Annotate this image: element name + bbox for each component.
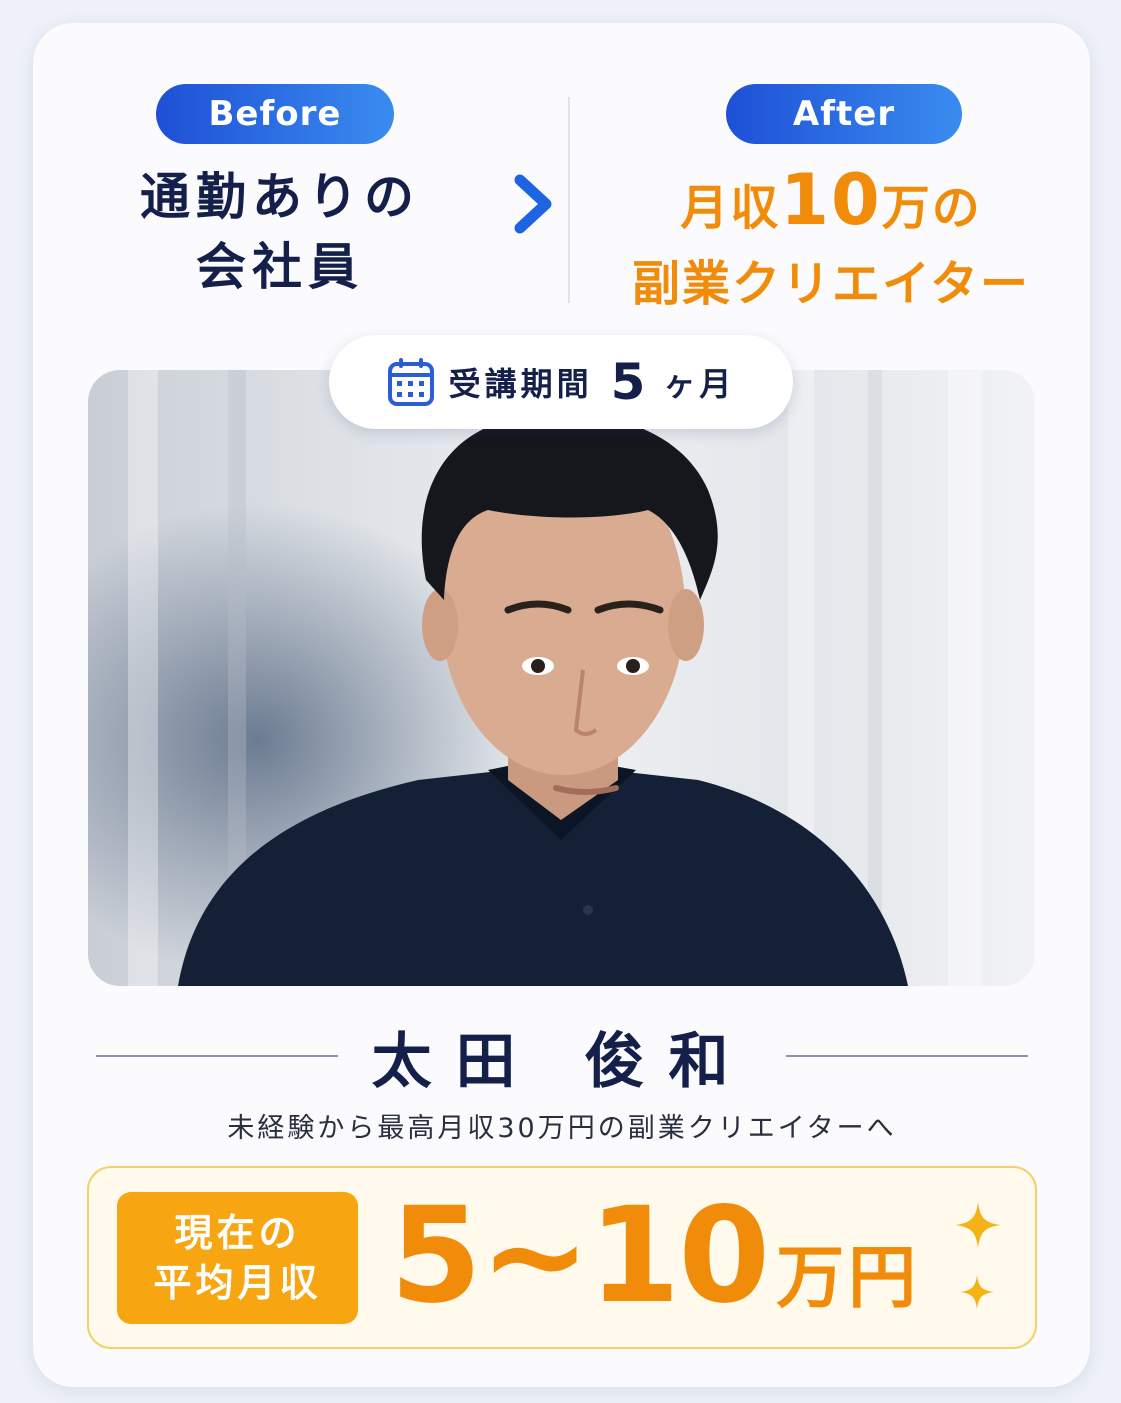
after-badge: After xyxy=(726,84,962,144)
person-subtitle: 未経験から最高月収30万円の副業クリエイターへ xyxy=(227,1113,897,1144)
column-divider xyxy=(568,97,570,303)
sparkle-icon xyxy=(960,1275,994,1309)
before-description: 通勤ありの 会社員 xyxy=(110,162,450,302)
period-unit: ヶ月 xyxy=(663,365,736,403)
arrow-right-icon xyxy=(468,174,552,234)
name-row: 太田 俊和 xyxy=(96,1020,1029,1097)
after-description: 月収10万の 副業クリエイター xyxy=(598,162,1064,322)
after-line-2: 副業クリエイター xyxy=(631,256,1031,312)
portrait-photo xyxy=(88,370,1035,986)
income-amount: 5~10 xyxy=(390,1179,770,1333)
after-line-1-number: 10 xyxy=(780,159,882,241)
name-divider-left xyxy=(96,1055,338,1057)
sparkle-icon xyxy=(955,1202,1001,1248)
before-line-2: 会社員 xyxy=(196,238,364,296)
period-label: 受講期間 xyxy=(448,365,593,403)
person-name: 太田 俊和 xyxy=(371,1026,753,1097)
income-label-line-2: 平均月収 xyxy=(153,1261,322,1305)
course-period-badge: 受講期間 5 ヶ月 xyxy=(329,335,793,429)
calendar-icon xyxy=(387,358,434,406)
name-divider-right xyxy=(786,1055,1029,1057)
period-number: 5 xyxy=(610,353,646,411)
income-unit: 万円 xyxy=(776,1239,921,1318)
before-badge: Before xyxy=(156,84,394,144)
after-line-1-prefix: 月収 xyxy=(680,180,781,236)
income-label: 現在の 平均月収 xyxy=(117,1192,358,1324)
before-line-1: 通勤ありの xyxy=(140,168,420,226)
income-value: 5~10 万円 xyxy=(390,1186,920,1326)
after-line-1-suffix: 万の xyxy=(881,180,982,236)
income-label-line-1: 現在の xyxy=(174,1211,301,1255)
person-illustration xyxy=(128,370,982,986)
after-line-1: 月収10万の xyxy=(598,162,1064,246)
